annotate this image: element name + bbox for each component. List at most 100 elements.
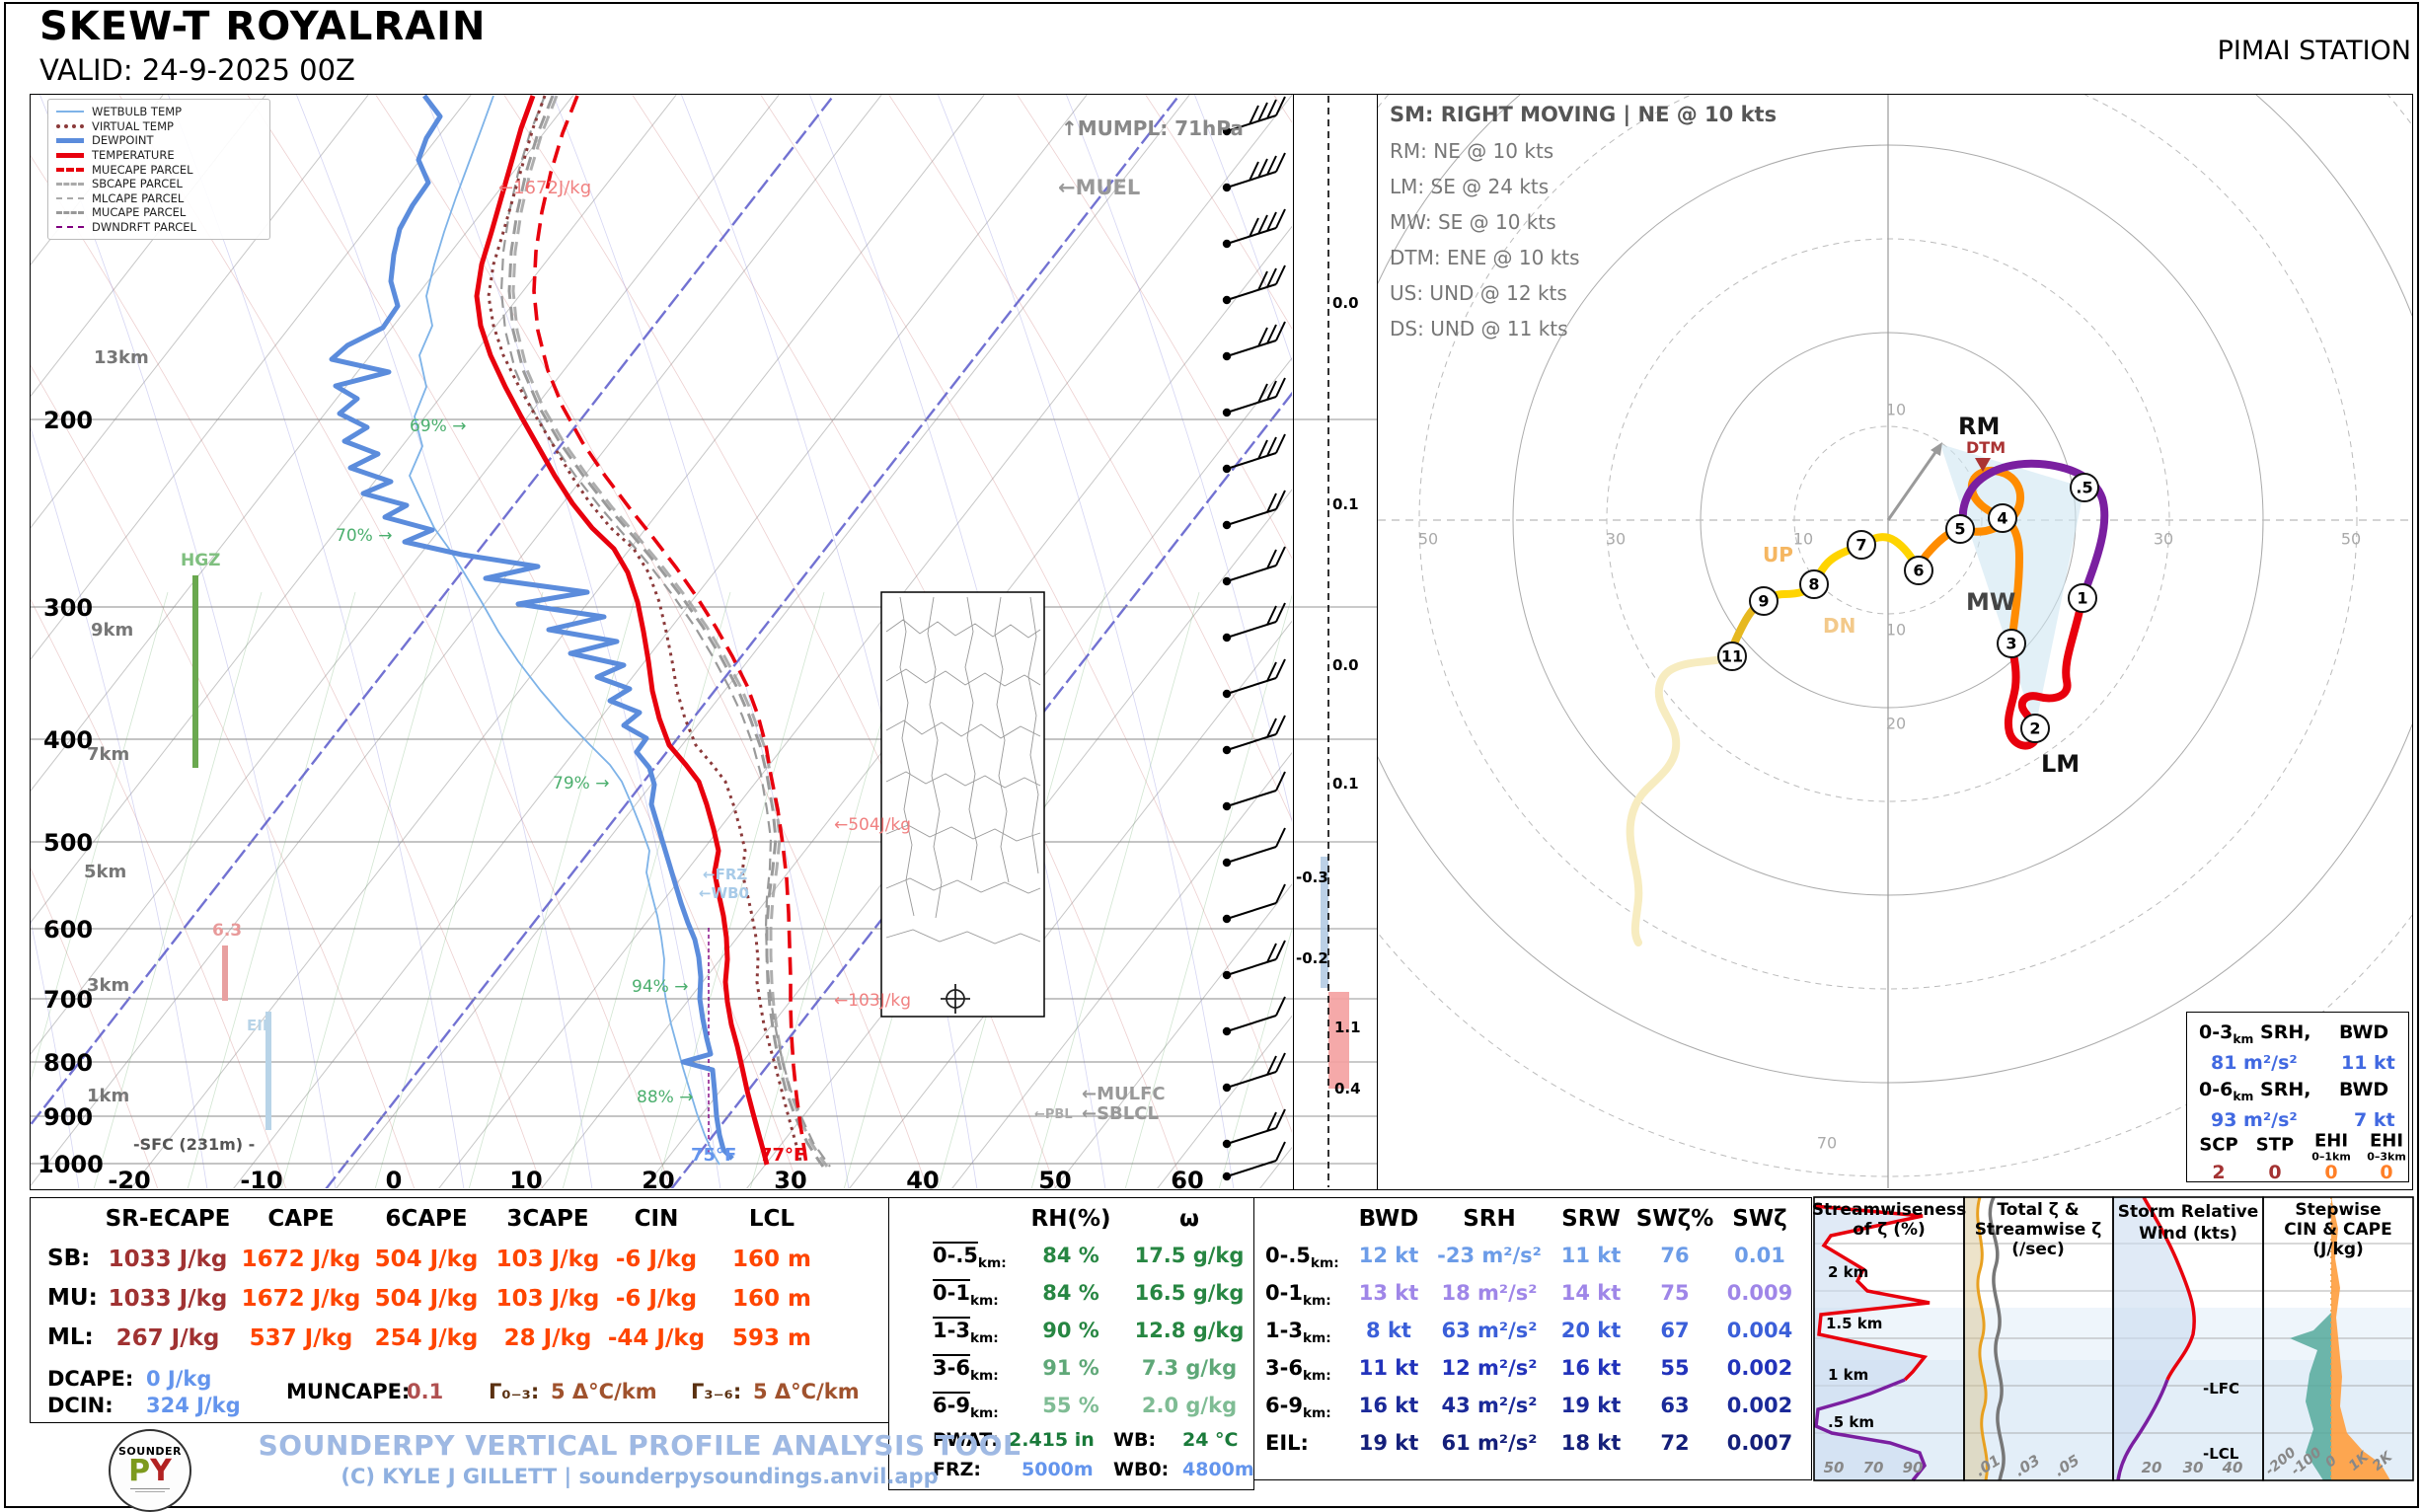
layer-range: 6-9 bbox=[1265, 1394, 1303, 1417]
sb-cin: -6 J/kg bbox=[615, 1247, 698, 1272]
lapse-rate-label: 6.3 bbox=[212, 921, 243, 941]
height-label: 3km bbox=[87, 975, 130, 996]
srh-value: 12 m²/s² bbox=[1441, 1356, 1538, 1380]
mu-cape: 1672 J/kg bbox=[241, 1286, 361, 1312]
ehi1-value: 0 bbox=[2324, 1162, 2338, 1183]
thermo-header: SR-ECAPE bbox=[105, 1206, 231, 1232]
swz-value: 0.002 bbox=[1726, 1356, 1793, 1380]
layer-range: 0-1 bbox=[933, 1281, 970, 1305]
temp-axis-label: 0 bbox=[385, 1167, 403, 1194]
p3-tick: 20 bbox=[2141, 1459, 2162, 1476]
rh-header: RH(%) bbox=[1030, 1206, 1111, 1232]
bwd-value: 19 kt bbox=[1358, 1431, 1419, 1455]
pwat-value: 2.415 in bbox=[1009, 1429, 1095, 1451]
lapse36-value: 5 Δ°C/km bbox=[753, 1380, 860, 1403]
lapse36-label: Γ₃₋₆: bbox=[691, 1380, 742, 1403]
height-0-5km-label: .5 km bbox=[1828, 1413, 1874, 1431]
rh-value: 90 % bbox=[1042, 1319, 1099, 1342]
shear-header: BWD bbox=[1358, 1206, 1419, 1232]
srh06-header: 0-6km SRH, bbox=[2199, 1079, 2310, 1103]
mixr-value: 12.8 g/kg bbox=[1134, 1319, 1245, 1342]
credit-line-2: (C) KYLE J GILLETT | sounderpysoundings.… bbox=[341, 1465, 939, 1488]
ml-6cape: 254 J/kg bbox=[374, 1325, 479, 1351]
ring-label: 10 bbox=[1885, 400, 1907, 419]
dcin-label: DCIN: bbox=[47, 1394, 114, 1417]
dcape-label: DCAPE: bbox=[47, 1367, 134, 1391]
height-2km-label: 2 km bbox=[1828, 1263, 1869, 1281]
srh03-bwd-word: BWD bbox=[2339, 1021, 2389, 1043]
trace-height-label: 8 bbox=[1808, 574, 1820, 594]
layer-range: 0-.5 bbox=[933, 1244, 978, 1267]
srh06-range-unit: km bbox=[2233, 1089, 2254, 1103]
stp-value: 0 bbox=[2268, 1162, 2282, 1183]
moisture-row-label: 1-3km: bbox=[933, 1319, 999, 1346]
omega-value: 1.1 bbox=[1334, 1019, 1361, 1036]
cape3-annotation: ←103J/kg bbox=[834, 991, 912, 1011]
pressure-label: 700 bbox=[43, 986, 94, 1014]
srh03-srh-word: SRH, bbox=[2260, 1021, 2311, 1043]
p1-tick: 70 bbox=[1862, 1459, 1884, 1476]
shear-header: SWζ bbox=[1732, 1206, 1787, 1232]
srw-title-2: Wind (kts) bbox=[2139, 1224, 2237, 1244]
temp-axis-label: -20 bbox=[108, 1167, 151, 1194]
bwd-value: 11 kt bbox=[1358, 1356, 1419, 1380]
eil-label: EIL bbox=[247, 1017, 272, 1034]
omega-value: 0.1 bbox=[1332, 775, 1359, 793]
sb-3cape: 103 J/kg bbox=[495, 1247, 600, 1272]
dcape-value: 0 J/kg bbox=[146, 1367, 212, 1391]
vorticity-title-2: Streamwise ζ bbox=[1974, 1220, 2102, 1240]
layer-unit: km: bbox=[977, 1255, 1007, 1272]
srw-value: 18 kt bbox=[1560, 1431, 1622, 1455]
omega-value: 0.1 bbox=[1332, 495, 1359, 513]
trace-height-label: 2 bbox=[2029, 718, 2041, 738]
srh-value: 18 m²/s² bbox=[1441, 1281, 1538, 1305]
srh03-range-unit: km bbox=[2233, 1031, 2254, 1046]
layer-unit: km: bbox=[1302, 1330, 1331, 1347]
sb-6cape: 504 J/kg bbox=[374, 1247, 479, 1272]
srh-value: -23 m²/s² bbox=[1437, 1244, 1542, 1267]
mixr-value: 16.5 g/kg bbox=[1134, 1281, 1245, 1305]
bwd-value: 16 kt bbox=[1358, 1394, 1419, 1417]
srh06-bwd-word: BWD bbox=[2339, 1079, 2389, 1100]
legend-label: MLCAPE PARCEL bbox=[92, 190, 185, 205]
legend-label: MUCAPE PARCEL bbox=[92, 205, 187, 220]
trace-height-label: 6 bbox=[1913, 561, 1925, 580]
layer-range: EIL: bbox=[1265, 1431, 1309, 1455]
bwd-value: 13 kt bbox=[1358, 1281, 1419, 1305]
omega-header: ω bbox=[1179, 1206, 1199, 1232]
valid-time: VALID: 24-9-2025 00Z bbox=[39, 53, 355, 87]
height-label: 9km bbox=[91, 620, 134, 641]
sblcl-annotation: ←SBLCL bbox=[1082, 1103, 1159, 1124]
mu-cape-annotation: ←1672J/kg bbox=[498, 178, 592, 198]
wb0-label: WB0: bbox=[1113, 1459, 1170, 1480]
stepwise-title-3: (J/kg) bbox=[2312, 1240, 2364, 1259]
bwd03-value: 11 kt bbox=[2341, 1052, 2395, 1074]
bwd-value: 8 kt bbox=[1366, 1319, 1411, 1342]
pressure-label: 500 bbox=[43, 829, 94, 857]
layer-unit: km: bbox=[969, 1330, 999, 1347]
swp-value: 67 bbox=[1660, 1319, 1690, 1342]
scp-value: 2 bbox=[2212, 1162, 2226, 1183]
legend-label: VIRTUAL TEMP bbox=[92, 118, 174, 133]
ring-label: 30 bbox=[1605, 529, 1627, 549]
legend-label: WETBULB TEMP bbox=[92, 105, 183, 119]
height-label: 7km bbox=[87, 744, 130, 765]
pressure-label: 900 bbox=[43, 1103, 94, 1131]
logo-rule bbox=[130, 1488, 170, 1489]
layer-unit: km: bbox=[1302, 1293, 1331, 1310]
storm-motion-line: DS: UND @ 11 kts bbox=[1390, 317, 1568, 340]
stp-header: STP bbox=[2255, 1134, 2295, 1156]
muncape-value: 0.1 bbox=[407, 1380, 444, 1403]
thermo-row-label: ML: bbox=[47, 1324, 94, 1350]
vorticity-title-3: (/sec) bbox=[2011, 1240, 2065, 1259]
srh06-srh-word: SRH, bbox=[2260, 1079, 2311, 1100]
layer-range: 6-9 bbox=[933, 1394, 970, 1417]
srh06-range: 0-6 bbox=[2199, 1079, 2234, 1100]
station-name: PIMAI STATION bbox=[2217, 36, 2411, 66]
temp-axis-label: 50 bbox=[1038, 1167, 1072, 1194]
storm-motion-line: US: UND @ 12 kts bbox=[1390, 281, 1567, 305]
temp-axis-label: -10 bbox=[240, 1167, 283, 1194]
trace-height-label: 3 bbox=[2006, 634, 2017, 653]
thermo-row-label: MU: bbox=[47, 1285, 98, 1311]
trace-height-label: 11 bbox=[1720, 646, 1744, 666]
